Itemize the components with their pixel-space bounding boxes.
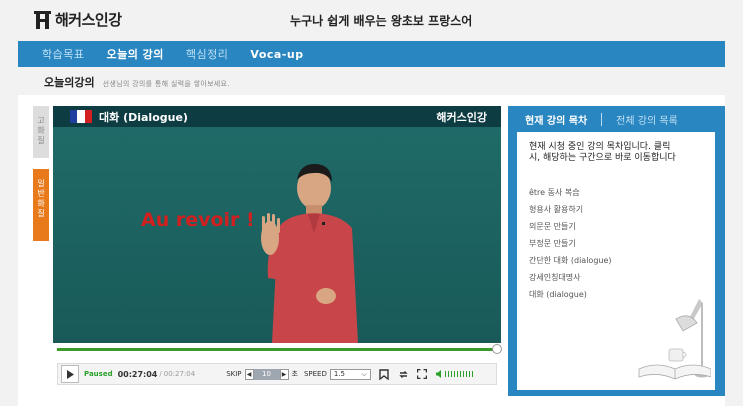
volume-level-bar [465,371,467,377]
tab-all-lectures[interactable]: 전체 강의 목록 [616,112,678,127]
volume-level-bar [453,371,455,377]
volume-level-bar [468,371,470,377]
section-title: 오늘의강의 [44,76,95,89]
site-logo[interactable]: 해커스인강 [34,9,122,30]
flag-stripe-red [84,110,92,123]
video-caption: Au revoir ! [141,209,255,231]
chevron-down-icon: ⌵ [361,369,367,378]
main-nav: 학습목표 오늘의 강의 핵심정리 Voca-up [18,41,725,67]
speed-select[interactable]: 1.5 ⌵ [329,368,371,380]
player-controls: Paused 00:27:04 / 00:27:04 SKIP ◀ 10 ▶ 초… [53,343,502,395]
skip-label: SKIP [226,370,242,378]
video-logo: 해커스인강 [436,111,487,124]
play-button[interactable] [61,365,79,383]
flag-stripe-white [77,110,85,123]
toc-item[interactable]: être 동사 복습 [529,184,612,201]
toc-intro: 현재 시청 중인 강의 목차입니다. 클릭 시, 해당하는 구간으로 바로 이동… [529,142,676,163]
toc-item[interactable]: 대화 (dialogue) [529,286,612,303]
logo-text: 해커스인강 [55,11,122,29]
instructor-figure [261,163,358,343]
toc-tabs: 현재 강의 목차 전체 강의 목록 [508,106,725,132]
progress-knob[interactable] [492,344,502,354]
nav-key-summary[interactable]: 핵심정리 [186,46,228,62]
playback-status: Paused [84,370,113,378]
control-bar: Paused 00:27:04 / 00:27:04 SKIP ◀ 10 ▶ 초… [57,363,497,385]
toc-item[interactable]: 강세인칭대명사 [529,269,612,286]
top-header: 해커스인강 누구나 쉽게 배우는 왕초보 프랑스어 [0,0,743,40]
logo-mark-icon [34,10,51,29]
lecture-panel: 고화질 일반화질 대화 (Dialogue) 해커스인강 Au revoir ! [18,95,725,406]
skip-stepper: ◀ 10 ▶ [244,368,289,380]
tab-normal-quality-label: 일반화질 [37,179,45,218]
repeat-icon[interactable] [398,369,409,380]
toc-item[interactable]: 의문문 만들기 [529,218,612,235]
volume-icon [435,370,441,378]
section-description: 선생님의 강의를 통해 실력을 쌓아보세요. [102,80,230,88]
nav-todays-lecture[interactable]: 오늘의 강의 [106,46,163,62]
volume-level-bar [447,371,449,377]
toc-body: 현재 시청 중인 강의 목차입니다. 클릭 시, 해당하는 구간으로 바로 이동… [517,132,715,390]
tab-divider [601,112,603,126]
tab-normal-quality[interactable]: 일반화질 [33,169,49,241]
volume-level-bar [462,371,464,377]
volume-level-bar [456,371,458,377]
toc-list: être 동사 복습 형용사 활용하기 의문문 만들기 부정문 만들기 간단한 … [529,184,612,303]
toc-item[interactable]: 형용사 활용하기 [529,201,612,218]
tab-current-toc[interactable]: 현재 강의 목차 [525,112,587,127]
progress-fill [57,348,493,351]
nav-voca-up[interactable]: Voca-up [250,48,303,61]
course-title: 누구나 쉽게 배우는 왕초보 프랑스어 [290,14,473,28]
section-header: 오늘의강의 선생님의 강의를 통해 실력을 쌓아보세요. [44,74,230,90]
skip-forward-button[interactable]: ▶ [279,368,289,380]
nav-learning-goals[interactable]: 학습목표 [42,46,84,62]
flag-stripe-blue [70,110,78,123]
video-section-label: 대화 (Dialogue) [99,111,188,124]
play-icon [67,369,74,379]
tab-high-quality[interactable]: 고화질 [33,106,49,158]
tab-high-quality-label: 고화질 [37,116,45,145]
skip-unit: 초 [291,370,298,378]
volume-level-bar [444,371,446,377]
video-player[interactable]: 대화 (Dialogue) 해커스인강 Au revoir ! [53,106,501,343]
speed-label: SPEED [303,370,327,378]
total-time: 00:27:04 [163,370,196,378]
desk-lamp-book-illustration [638,299,711,380]
volume-level-bar [450,371,452,377]
french-flag-icon [70,110,92,123]
volume-level-bar [459,371,461,377]
volume-control[interactable] [435,370,473,378]
progress-bar[interactable] [57,344,502,354]
bookmark-icon[interactable] [379,368,390,380]
toc-panel: 현재 강의 목차 전체 강의 목록 현재 시청 중인 강의 목차입니다. 클릭 … [508,106,725,396]
toc-item[interactable]: 부정문 만들기 [529,235,612,252]
toc-item[interactable]: 간단한 대화 (dialogue) [529,252,612,269]
fullscreen-icon[interactable] [417,369,428,380]
speed-value: 1.5 [333,369,346,378]
skip-value: 10 [253,368,280,380]
skip-back-button[interactable]: ◀ [244,368,254,380]
current-time: 00:27:04 [117,369,158,379]
volume-level-bar [471,371,473,377]
time-separator: / [159,370,162,378]
